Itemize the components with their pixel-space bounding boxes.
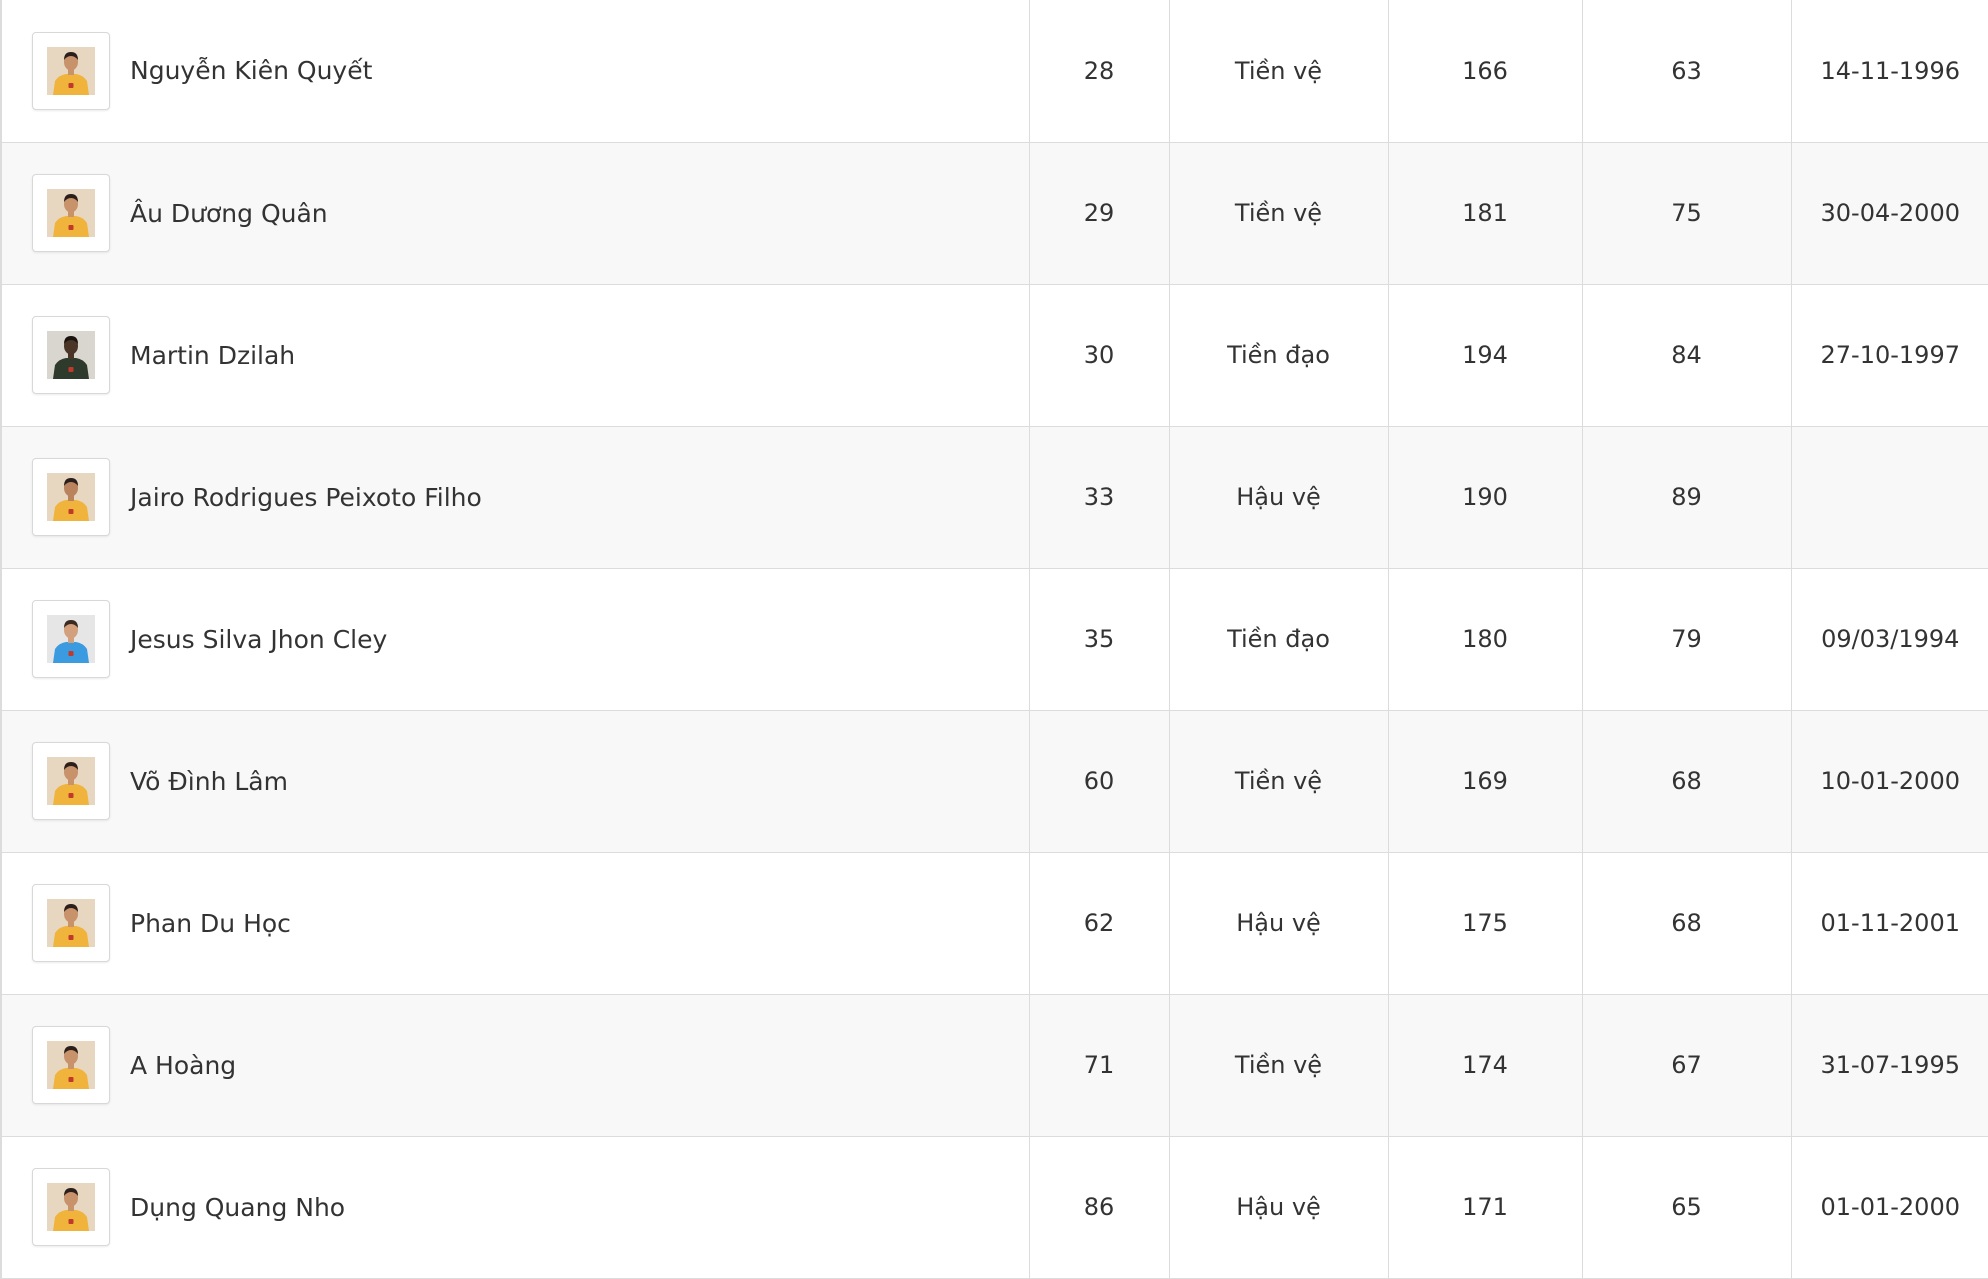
player-name[interactable]: Jairo Rodrigues Peixoto Filho bbox=[130, 483, 482, 512]
player-name[interactable]: Martin Dzilah bbox=[130, 341, 295, 370]
weight: 79 bbox=[1581, 568, 1791, 711]
player-cell: Âu Dương Quân bbox=[0, 142, 1029, 285]
shirt-number: 62 bbox=[1028, 852, 1169, 995]
date-of-birth bbox=[1790, 426, 1988, 569]
table-row[interactable]: Âu Dương Quân 29 Tiền vệ 181 75 30-04-20… bbox=[0, 142, 1988, 285]
player-cell: Martin Dzilah bbox=[0, 284, 1029, 427]
height: 181 bbox=[1387, 142, 1582, 285]
player-photo-icon[interactable] bbox=[32, 316, 110, 394]
date-of-birth: 09/03/1994 bbox=[1790, 568, 1988, 711]
player-cell: Jairo Rodrigues Peixoto Filho bbox=[0, 426, 1029, 569]
shirt-number: 71 bbox=[1028, 994, 1169, 1137]
player-name[interactable]: Võ Đình Lâm bbox=[130, 767, 288, 796]
player-cell: Võ Đình Lâm bbox=[0, 710, 1029, 853]
height: 190 bbox=[1387, 426, 1582, 569]
shirt-number: 35 bbox=[1028, 568, 1169, 711]
weight: 84 bbox=[1581, 284, 1791, 427]
player-name[interactable]: Phan Du Học bbox=[130, 909, 291, 938]
weight: 68 bbox=[1581, 710, 1791, 853]
table-row[interactable]: Dụng Quang Nho 86 Hậu vệ 171 65 01-01-20… bbox=[0, 1136, 1988, 1279]
shirt-number: 86 bbox=[1028, 1136, 1169, 1279]
date-of-birth: 01-01-2000 bbox=[1790, 1136, 1988, 1279]
date-of-birth: 01-11-2001 bbox=[1790, 852, 1988, 995]
player-photo-icon[interactable] bbox=[32, 31, 110, 110]
height: 171 bbox=[1387, 1136, 1582, 1279]
shirt-number: 60 bbox=[1028, 710, 1169, 853]
date-of-birth: 30-04-2000 bbox=[1790, 142, 1988, 285]
shirt-number: 28 bbox=[1028, 0, 1169, 143]
player-photo-icon[interactable] bbox=[32, 742, 110, 820]
shirt-number: 30 bbox=[1028, 284, 1169, 427]
position: Hậu vệ bbox=[1168, 426, 1388, 569]
player-name[interactable]: Dụng Quang Nho bbox=[130, 1193, 345, 1222]
position: Tiền vệ bbox=[1168, 710, 1388, 853]
player-photo-icon[interactable] bbox=[32, 884, 110, 962]
weight: 65 bbox=[1581, 1136, 1791, 1279]
player-cell: Nguyễn Kiên Quyết bbox=[0, 0, 1029, 143]
position: Hậu vệ bbox=[1168, 852, 1388, 995]
weight: 67 bbox=[1581, 994, 1791, 1137]
table-row[interactable]: Martin Dzilah 30 Tiền đạo 194 84 27-10-1… bbox=[0, 284, 1988, 427]
date-of-birth: 31-07-1995 bbox=[1790, 994, 1988, 1137]
player-roster-table: Nguyễn Kiên Quyết 28 Tiền vệ 166 63 14-1… bbox=[0, 0, 1988, 1279]
player-name[interactable]: Âu Dương Quân bbox=[130, 199, 328, 228]
player-cell: Dụng Quang Nho bbox=[0, 1136, 1029, 1279]
weight: 75 bbox=[1581, 142, 1791, 285]
shirt-number: 29 bbox=[1028, 142, 1169, 285]
height: 194 bbox=[1387, 284, 1582, 427]
position: Tiền đạo bbox=[1168, 568, 1388, 711]
height: 169 bbox=[1387, 710, 1582, 853]
position: Hậu vệ bbox=[1168, 1136, 1388, 1279]
date-of-birth: 14-11-1996 bbox=[1790, 0, 1988, 143]
date-of-birth: 27-10-1997 bbox=[1790, 284, 1988, 427]
roster-body: Nguyễn Kiên Quyết 28 Tiền vệ 166 63 14-1… bbox=[0, 0, 1988, 1279]
player-photo-icon[interactable] bbox=[32, 1168, 110, 1246]
player-cell: Phan Du Học bbox=[0, 852, 1029, 995]
weight: 89 bbox=[1581, 426, 1791, 569]
player-photo-icon[interactable] bbox=[32, 174, 110, 252]
position: Tiền vệ bbox=[1168, 0, 1388, 143]
shirt-number: 33 bbox=[1028, 426, 1169, 569]
position: Tiền đạo bbox=[1168, 284, 1388, 427]
player-name[interactable]: A Hoàng bbox=[130, 1051, 236, 1080]
table-row[interactable]: Jairo Rodrigues Peixoto Filho 33 Hậu vệ … bbox=[0, 426, 1988, 569]
height: 166 bbox=[1387, 0, 1582, 143]
table-row[interactable]: Jesus Silva Jhon Cley 35 Tiền đạo 180 79… bbox=[0, 568, 1988, 711]
position: Tiền vệ bbox=[1168, 994, 1388, 1137]
date-of-birth: 10-01-2000 bbox=[1790, 710, 1988, 853]
weight: 68 bbox=[1581, 852, 1791, 995]
player-cell: A Hoàng bbox=[0, 994, 1029, 1137]
position: Tiền vệ bbox=[1168, 142, 1388, 285]
table-row[interactable]: Phan Du Học 62 Hậu vệ 175 68 01-11-2001 bbox=[0, 852, 1988, 995]
player-photo-icon[interactable] bbox=[32, 458, 110, 536]
weight: 63 bbox=[1581, 0, 1791, 143]
height: 180 bbox=[1387, 568, 1582, 711]
height: 174 bbox=[1387, 994, 1582, 1137]
table-row[interactable]: Võ Đình Lâm 60 Tiền vệ 169 68 10-01-2000 bbox=[0, 710, 1988, 853]
height: 175 bbox=[1387, 852, 1582, 995]
table-row[interactable]: Nguyễn Kiên Quyết 28 Tiền vệ 166 63 14-1… bbox=[0, 0, 1988, 143]
player-name[interactable]: Jesus Silva Jhon Cley bbox=[130, 625, 387, 654]
player-cell: Jesus Silva Jhon Cley bbox=[0, 568, 1029, 711]
player-name[interactable]: Nguyễn Kiên Quyết bbox=[130, 56, 372, 85]
table-row[interactable]: A Hoàng 71 Tiền vệ 174 67 31-07-1995 bbox=[0, 994, 1988, 1137]
player-photo-icon[interactable] bbox=[32, 1026, 110, 1104]
player-photo-icon[interactable] bbox=[32, 600, 110, 678]
